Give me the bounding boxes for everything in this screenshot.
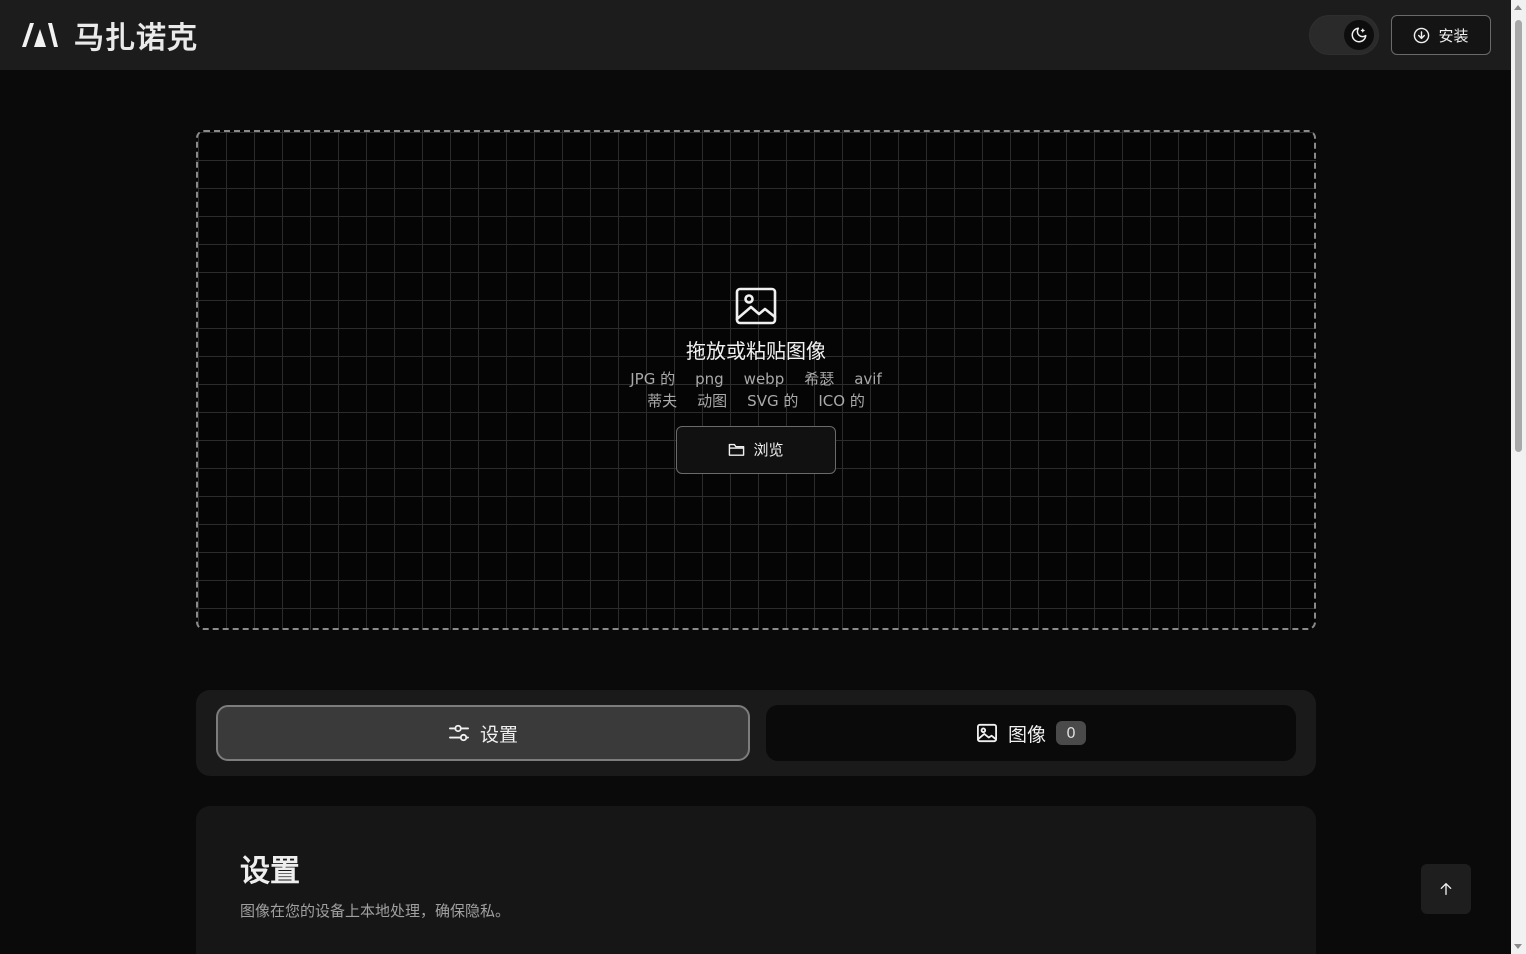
format-label: png [695,369,724,388]
format-list-row-2: 蒂夫 动图 SVG 的 ICO 的 [647,390,865,412]
install-label: 安装 [1438,26,1469,45]
page-scrollbar[interactable] [1511,0,1526,954]
sliders-icon [448,724,469,742]
back-to-top-button[interactable] [1421,864,1471,914]
app-header: 马扎诺克 安装 [0,0,1511,70]
tab-settings[interactable]: 设置 [216,705,750,761]
m-logo-icon [22,23,58,47]
format-label: ICO 的 [818,391,865,410]
format-label: webp [743,369,785,388]
tab-images-label: 图像 [1007,723,1046,746]
tab-images[interactable]: 图像 0 [766,705,1296,761]
settings-description: 图像在您的设备上本地处理，确保隐私。 [240,902,511,920]
header-actions: 安装 [1309,15,1491,55]
tab-bar: 设置 图像 0 [196,690,1316,776]
install-button[interactable]: 安装 [1391,15,1491,55]
format-label: 动图 [697,391,728,410]
format-label: JPG 的 [630,369,676,388]
folder-icon [729,443,745,456]
format-label: 希瑟 [804,369,835,388]
scroll-up-arrow[interactable] [1514,5,1522,10]
tab-settings-label: 设置 [479,723,518,746]
settings-panel: 设置 图像在您的设备上本地处理，确保隐私。 [196,806,1316,954]
arrow-up-icon [1440,883,1452,895]
theme-knob [1344,20,1374,50]
brand[interactable]: 马扎诺克 [20,13,198,57]
image-dropzone[interactable]: 拖放或粘贴图像 JPG 的 png webp 希瑟 avif 蒂夫 动图 SVG… [196,130,1316,630]
download-circle-icon [1414,27,1430,43]
theme-toggle[interactable] [1309,15,1379,55]
image-count-badge: 0 [1056,721,1086,745]
settings-title: 设置 [240,854,300,889]
browse-label: 浏览 [753,441,784,459]
brand-name: 马扎诺克 [74,21,198,56]
format-label: 蒂夫 [647,391,678,410]
image-icon [976,723,997,743]
dropzone-title: 拖放或粘贴图像 [686,338,826,363]
scroll-thumb[interactable] [1515,20,1522,452]
scroll-down-arrow[interactable] [1514,944,1522,949]
format-label: SVG 的 [747,391,799,410]
format-list-row-1: JPG 的 png webp 希瑟 avif [630,368,882,390]
moon-icon [1351,27,1367,43]
format-label: avif [854,369,882,388]
browse-button[interactable]: 浏览 [676,425,836,474]
image-icon [735,287,777,324]
